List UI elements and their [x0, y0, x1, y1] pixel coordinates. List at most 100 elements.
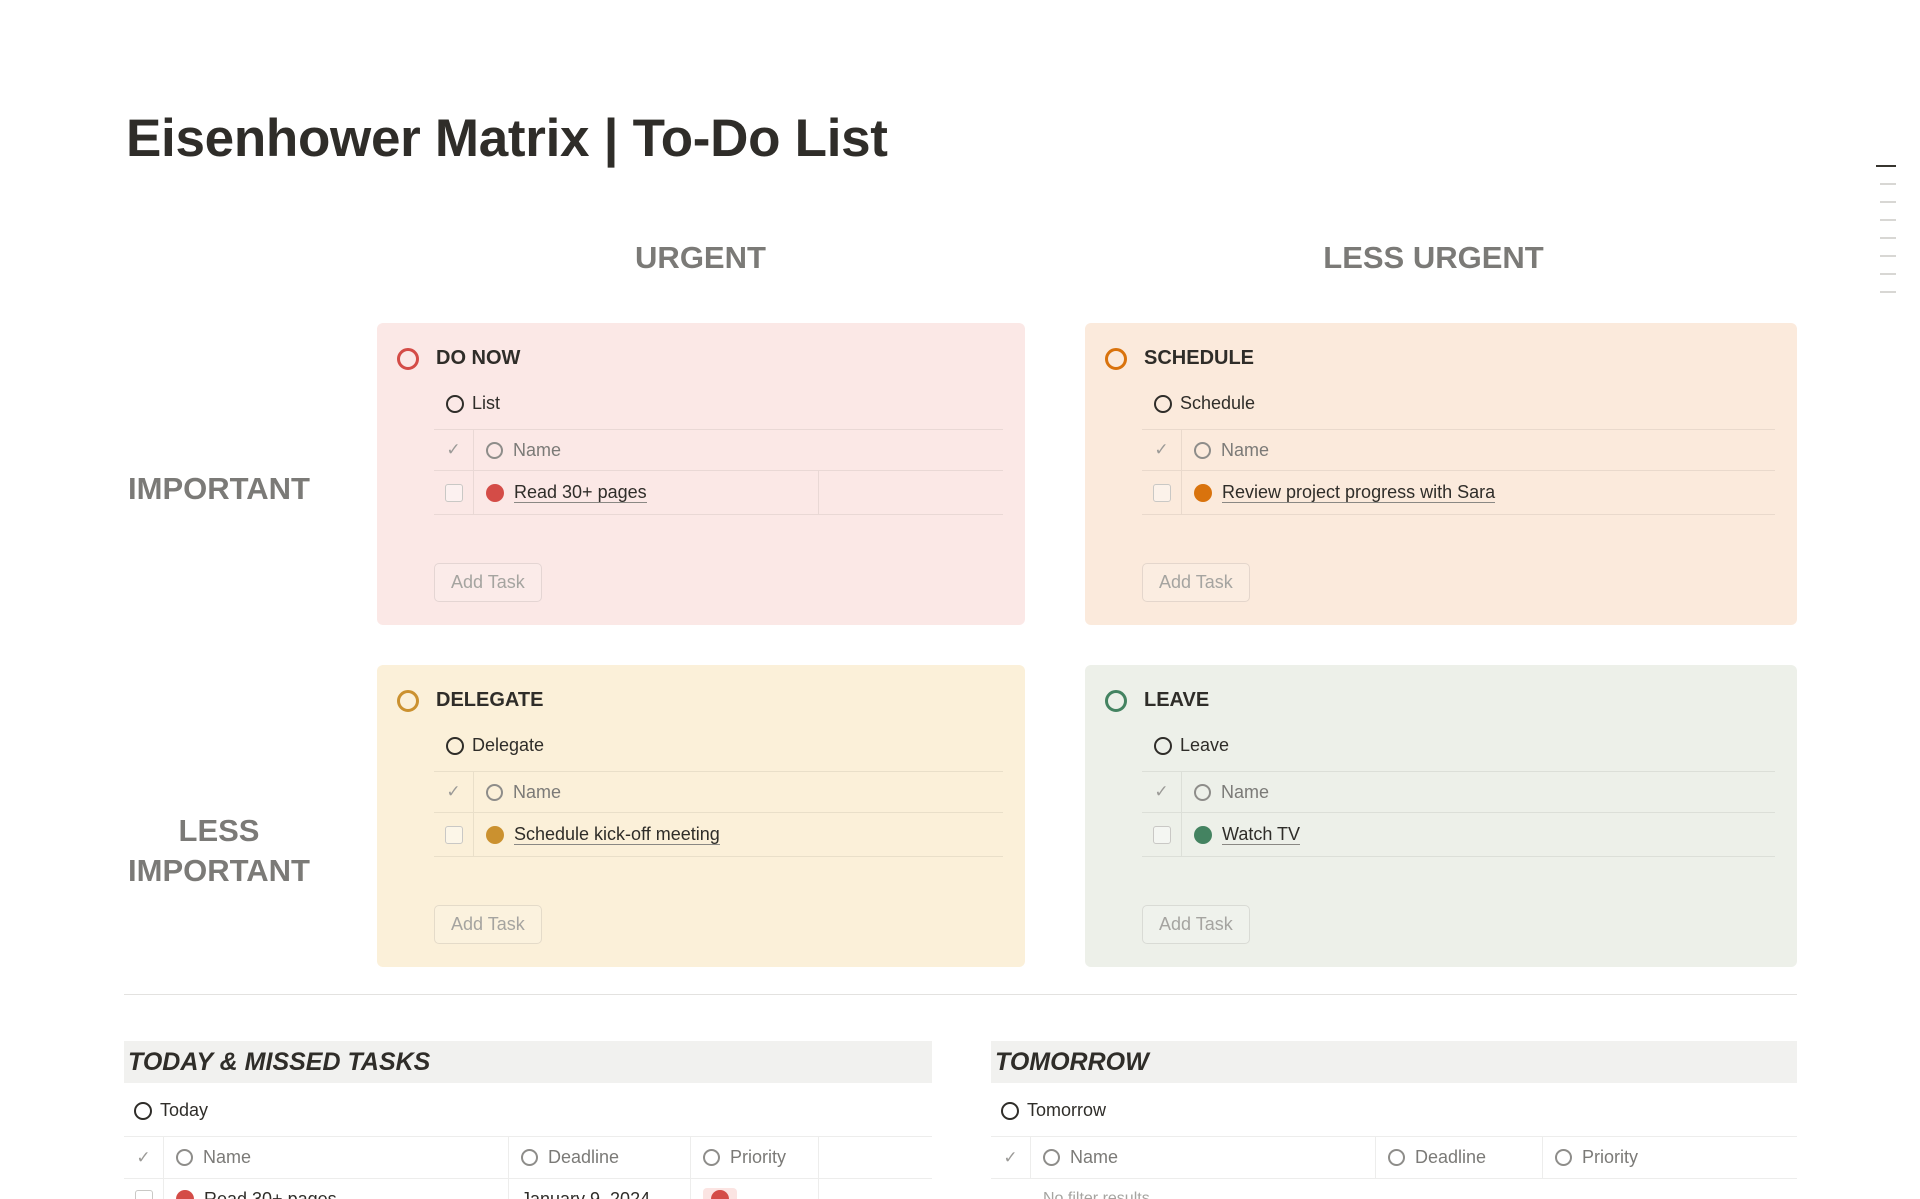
- checkbox-column-header[interactable]: ✓: [1142, 772, 1182, 812]
- checkbox-column-header[interactable]: ✓: [991, 1137, 1031, 1178]
- priority-dot-icon: [486, 825, 504, 844]
- name-cell[interactable]: Read 30+ pages: [164, 1179, 509, 1199]
- checkbox-cell: [124, 1179, 164, 1199]
- deadline-value: January 9, 2024: [521, 1188, 651, 1199]
- add-task-button[interactable]: Add Task: [434, 905, 542, 944]
- name-column-header[interactable]: Name: [1182, 772, 1269, 812]
- table-row[interactable]: Review project progress with Sara: [1142, 471, 1775, 515]
- empty-row: No filter results: [991, 1179, 1797, 1199]
- checkbox-column-header[interactable]: ✓: [434, 772, 474, 812]
- name-cell[interactable]: Read 30+ pages: [474, 471, 819, 514]
- circle-icon: [1154, 394, 1172, 413]
- name-column-header[interactable]: Name: [1031, 1137, 1376, 1178]
- table-row[interactable]: Read 30+ pages: [434, 471, 1003, 515]
- name-cell[interactable]: Watch TV: [1182, 813, 1301, 856]
- checkmark-icon: ✓: [446, 782, 461, 801]
- today-table: ✓ Name Deadline Priority Read 30+ pages …: [124, 1136, 932, 1199]
- checkbox-column-header[interactable]: ✓: [434, 430, 474, 470]
- toc-item[interactable]: [1880, 255, 1896, 257]
- task-name[interactable]: Review project progress with Sara: [1222, 482, 1496, 503]
- table-row[interactable]: Read 30+ pages January 9, 2024: [124, 1179, 932, 1199]
- table-header: ✓ Name: [1142, 429, 1775, 471]
- view-tab-tomorrow[interactable]: Tomorrow: [1001, 1100, 1106, 1121]
- circle-icon: [1105, 347, 1127, 370]
- section-header-tomorrow: TOMORROW: [991, 1041, 1797, 1083]
- section-title: TODAY & MISSED TASKS: [128, 1047, 431, 1076]
- deadline-cell[interactable]: January 9, 2024: [509, 1179, 691, 1199]
- checkbox-cell: [434, 471, 474, 514]
- toc-item[interactable]: [1880, 237, 1896, 239]
- checkbox-column-header[interactable]: ✓: [124, 1137, 164, 1178]
- name-column-header[interactable]: Name: [474, 772, 561, 812]
- circle-icon: [446, 736, 464, 755]
- task-checkbox[interactable]: [444, 483, 463, 502]
- checkmark-icon: ✓: [1154, 440, 1169, 459]
- view-label: Leave: [1180, 735, 1230, 755]
- toc-item[interactable]: [1876, 165, 1896, 167]
- table-of-contents[interactable]: [1876, 165, 1898, 309]
- quadrant-delegate: DELEGATE Delegate ✓ Name Schedule kick-o…: [377, 665, 1025, 967]
- task-checkbox[interactable]: [1152, 483, 1171, 502]
- quadrant-header[interactable]: DELEGATE: [397, 689, 543, 712]
- checkbox-cell: [1142, 471, 1182, 514]
- priority-cell[interactable]: [691, 1179, 819, 1199]
- toc-item[interactable]: [1880, 201, 1896, 203]
- task-table: ✓ Name Read 30+ pages: [434, 429, 1003, 515]
- view-tab-today[interactable]: Today: [134, 1100, 208, 1121]
- name-column-header[interactable]: Name: [164, 1137, 509, 1178]
- task-name[interactable]: Read 30+ pages: [514, 482, 647, 503]
- add-task-button[interactable]: Add Task: [434, 563, 542, 602]
- table-row[interactable]: Schedule kick-off meeting: [434, 813, 1003, 857]
- add-task-button[interactable]: Add Task: [1142, 563, 1250, 602]
- priority-column-header[interactable]: Priority: [1543, 1137, 1797, 1178]
- task-name[interactable]: Watch TV: [1222, 824, 1301, 845]
- column-label: Priority: [1582, 1147, 1639, 1167]
- property-icon: [703, 1149, 720, 1166]
- view-tab-leave[interactable]: Leave: [1154, 735, 1229, 756]
- name-column-header[interactable]: Name: [474, 430, 561, 470]
- task-checkbox[interactable]: [1152, 825, 1171, 844]
- circle-icon: [397, 347, 419, 370]
- deadline-column-header[interactable]: Deadline: [1376, 1137, 1543, 1178]
- toc-item[interactable]: [1880, 219, 1896, 221]
- task-name[interactable]: Read 30+ pages: [204, 1189, 337, 1199]
- view-label: Tomorrow: [1027, 1100, 1107, 1120]
- column-label: Priority: [730, 1147, 787, 1167]
- property-icon: [1388, 1149, 1405, 1166]
- task-name[interactable]: Schedule kick-off meeting: [514, 824, 720, 845]
- property-icon: [1194, 441, 1211, 459]
- add-task-button[interactable]: Add Task: [1142, 905, 1250, 944]
- section-header-today: TODAY & MISSED TASKS: [124, 1041, 932, 1083]
- view-tab-schedule[interactable]: Schedule: [1154, 393, 1255, 414]
- property-icon: [486, 783, 503, 801]
- quadrant-title: DELEGATE: [436, 689, 544, 711]
- quadrant-do-now: DO NOW List ✓ Name Read 30+ pages Add Ta…: [377, 323, 1025, 625]
- table-header: ✓ Name: [1142, 771, 1775, 813]
- checkbox-column-header[interactable]: ✓: [1142, 430, 1182, 470]
- table-row[interactable]: Watch TV: [1142, 813, 1775, 857]
- quadrant-title: LEAVE: [1144, 689, 1210, 711]
- toc-item[interactable]: [1880, 183, 1896, 185]
- quadrant-header[interactable]: DO NOW: [397, 347, 520, 370]
- view-label: Schedule: [1180, 393, 1256, 413]
- column-label: Name: [1221, 439, 1270, 460]
- task-checkbox[interactable]: [444, 825, 463, 844]
- property-icon: [1194, 783, 1211, 801]
- table-header: ✓ Name Deadline Priority: [991, 1136, 1797, 1179]
- deadline-column-header[interactable]: Deadline: [509, 1137, 691, 1178]
- priority-column-header[interactable]: Priority: [691, 1137, 819, 1178]
- name-cell[interactable]: Review project progress with Sara: [1182, 471, 1496, 514]
- circle-icon: [446, 394, 464, 413]
- toc-item[interactable]: [1880, 273, 1896, 275]
- view-tab-list[interactable]: List: [446, 393, 500, 414]
- property-icon: [1555, 1149, 1572, 1166]
- quadrant-header[interactable]: LEAVE: [1105, 689, 1209, 712]
- task-table: ✓ Name Review project progress with Sara: [1142, 429, 1775, 515]
- name-cell[interactable]: Schedule kick-off meeting: [474, 813, 720, 856]
- quadrant-header[interactable]: SCHEDULE: [1105, 347, 1254, 370]
- task-checkbox[interactable]: [134, 1190, 153, 1199]
- name-column-header[interactable]: Name: [1182, 430, 1269, 470]
- view-tab-delegate[interactable]: Delegate: [446, 735, 544, 756]
- quadrant-title: DO NOW: [436, 347, 521, 369]
- toc-item[interactable]: [1880, 291, 1896, 293]
